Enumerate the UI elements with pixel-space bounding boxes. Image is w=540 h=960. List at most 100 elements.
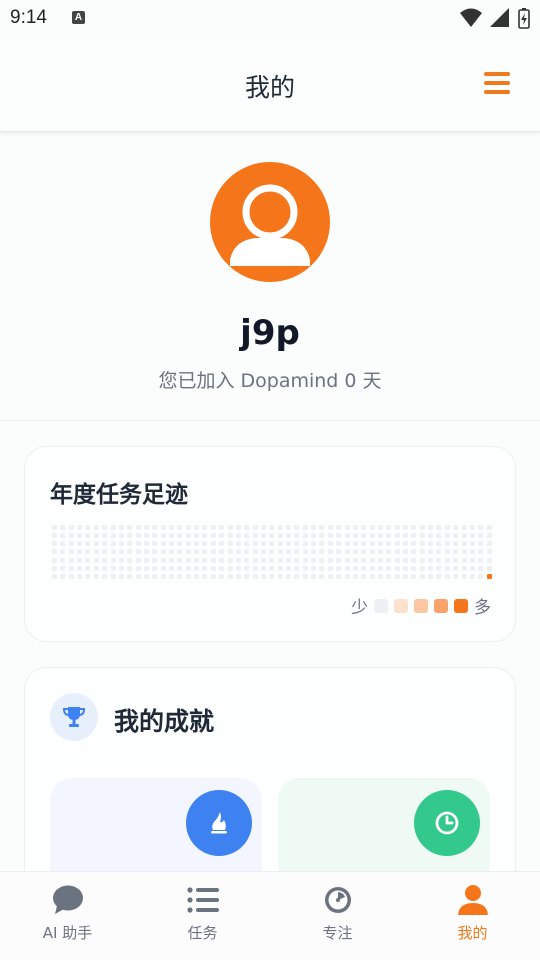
- heatmap-legend: 少 多: [351, 593, 491, 618]
- heatmap-cell: [177, 525, 183, 530]
- heatmap-cell: [93, 541, 99, 547]
- heatmap-cell: [302, 573, 308, 579]
- heatmap-cell: [327, 525, 333, 530]
- heatmap-cell: [302, 565, 308, 571]
- heatmap-cell: [202, 525, 208, 530]
- heatmap-cell: [461, 573, 467, 579]
- heatmap-cell: [152, 549, 158, 555]
- heatmap-cell: [311, 557, 317, 563]
- heatmap-cell: [469, 573, 475, 579]
- heatmap-cell: [419, 541, 425, 547]
- heatmap-cell: [269, 525, 275, 530]
- heatmap-cell: [403, 573, 409, 579]
- nav-label: AI 助手: [42, 924, 93, 942]
- heatmap-cell: [336, 525, 342, 530]
- nav-tasks[interactable]: 任务: [135, 872, 270, 960]
- heatmap-cell: [185, 573, 191, 579]
- heatmap-cell: [77, 525, 83, 530]
- heatmap-cell: [85, 557, 91, 563]
- heatmap-cell: [85, 549, 91, 555]
- heatmap-cell: [444, 549, 450, 555]
- heatmap-cell: [227, 557, 233, 563]
- heatmap-cell: [277, 565, 283, 571]
- joined-text: 您已加入 Dopamind 0 天: [158, 370, 382, 392]
- heatmap-cell: [294, 549, 300, 555]
- heatmap-cell: [85, 565, 91, 571]
- heatmap-cell: [444, 557, 450, 563]
- heatmap-cell: [277, 541, 283, 547]
- heatmap-cell: [160, 541, 166, 547]
- heatmap-cell: [361, 525, 367, 530]
- heatmap-cell: [143, 573, 149, 579]
- heatmap-cell: [77, 565, 83, 571]
- heatmap-cell: [403, 549, 409, 555]
- heatmap-cell: [252, 525, 258, 530]
- heatmap-cell: [177, 557, 183, 563]
- heatmap-cell: [486, 533, 492, 539]
- heatmap-cell: [260, 541, 266, 547]
- heatmap-cell: [428, 557, 434, 563]
- heatmap-cell: [403, 565, 409, 571]
- heatmap-cell: [352, 557, 358, 563]
- heatmap-cell: [327, 573, 333, 579]
- heatmap-cell: [336, 533, 342, 539]
- nav-profile[interactable]: 我的: [405, 872, 540, 960]
- heatmap-cell: [68, 565, 74, 571]
- heatmap-cell: [352, 573, 358, 579]
- heatmap-cell: [93, 549, 99, 555]
- heatmap-cell: [461, 557, 467, 563]
- heatmap-cell: [344, 525, 350, 530]
- heatmap-cell: [252, 557, 258, 563]
- nav-focus[interactable]: 专注: [270, 872, 405, 960]
- menu-button[interactable]: [484, 72, 510, 94]
- heatmap-cell: [143, 541, 149, 547]
- heatmap-cell: [235, 573, 241, 579]
- heatmap-cell: [361, 573, 367, 579]
- heatmap-cell: [219, 565, 225, 571]
- heatmap-cell: [327, 549, 333, 555]
- heatmap-cell: [286, 533, 292, 539]
- heatmap-cell: [286, 565, 292, 571]
- heatmap-cell: [169, 565, 175, 571]
- heatmap-cell: [486, 541, 492, 547]
- heatmap-cell: [386, 533, 392, 539]
- status-icons: [460, 7, 530, 29]
- heatmap-cell: [152, 533, 158, 539]
- page-title: 我的: [244, 73, 295, 102]
- status-time: 9:14: [10, 7, 47, 28]
- heatmap-cell: [244, 573, 250, 579]
- heatmap-cell: [319, 565, 325, 571]
- heatmap-cell: [486, 573, 492, 579]
- avatar[interactable]: [210, 162, 330, 282]
- timer-icon: [322, 884, 354, 916]
- heatmap-cell: [336, 541, 342, 547]
- heatmap-cell: [152, 541, 158, 547]
- heatmap-cell: [302, 525, 308, 530]
- heatmap-cell: [260, 533, 266, 539]
- heatmap-cell: [394, 533, 400, 539]
- heatmap-cell: [194, 525, 200, 530]
- heatmap-cell: [369, 525, 375, 530]
- heatmap-cell: [85, 525, 91, 530]
- heatmap-cell: [194, 565, 200, 571]
- heatmap-cell: [361, 541, 367, 547]
- heatmap-cell: [152, 557, 158, 563]
- heatmap-cell: [219, 541, 225, 547]
- heatmap-cell: [77, 573, 83, 579]
- menu-icon-line: [484, 90, 510, 94]
- nav-ai-assistant[interactable]: AI 助手: [0, 872, 135, 960]
- heatmap-cell: [135, 525, 141, 530]
- heatmap-cell: [252, 565, 258, 571]
- heatmap-cell: [210, 557, 216, 563]
- heatmap-cell: [160, 549, 166, 555]
- heatmap-cell: [311, 533, 317, 539]
- heatmap-cell: [478, 525, 484, 530]
- heatmap-cell: [344, 573, 350, 579]
- heatmap-cell: [311, 565, 317, 571]
- heatmap-cell: [160, 525, 166, 530]
- heatmap-cell: [386, 573, 392, 579]
- heatmap-cell: [177, 565, 183, 571]
- heatmap-cell: [453, 541, 459, 547]
- heatmap-cell: [369, 549, 375, 555]
- bottom-nav: AI 助手 任务 专注 我的: [0, 871, 540, 960]
